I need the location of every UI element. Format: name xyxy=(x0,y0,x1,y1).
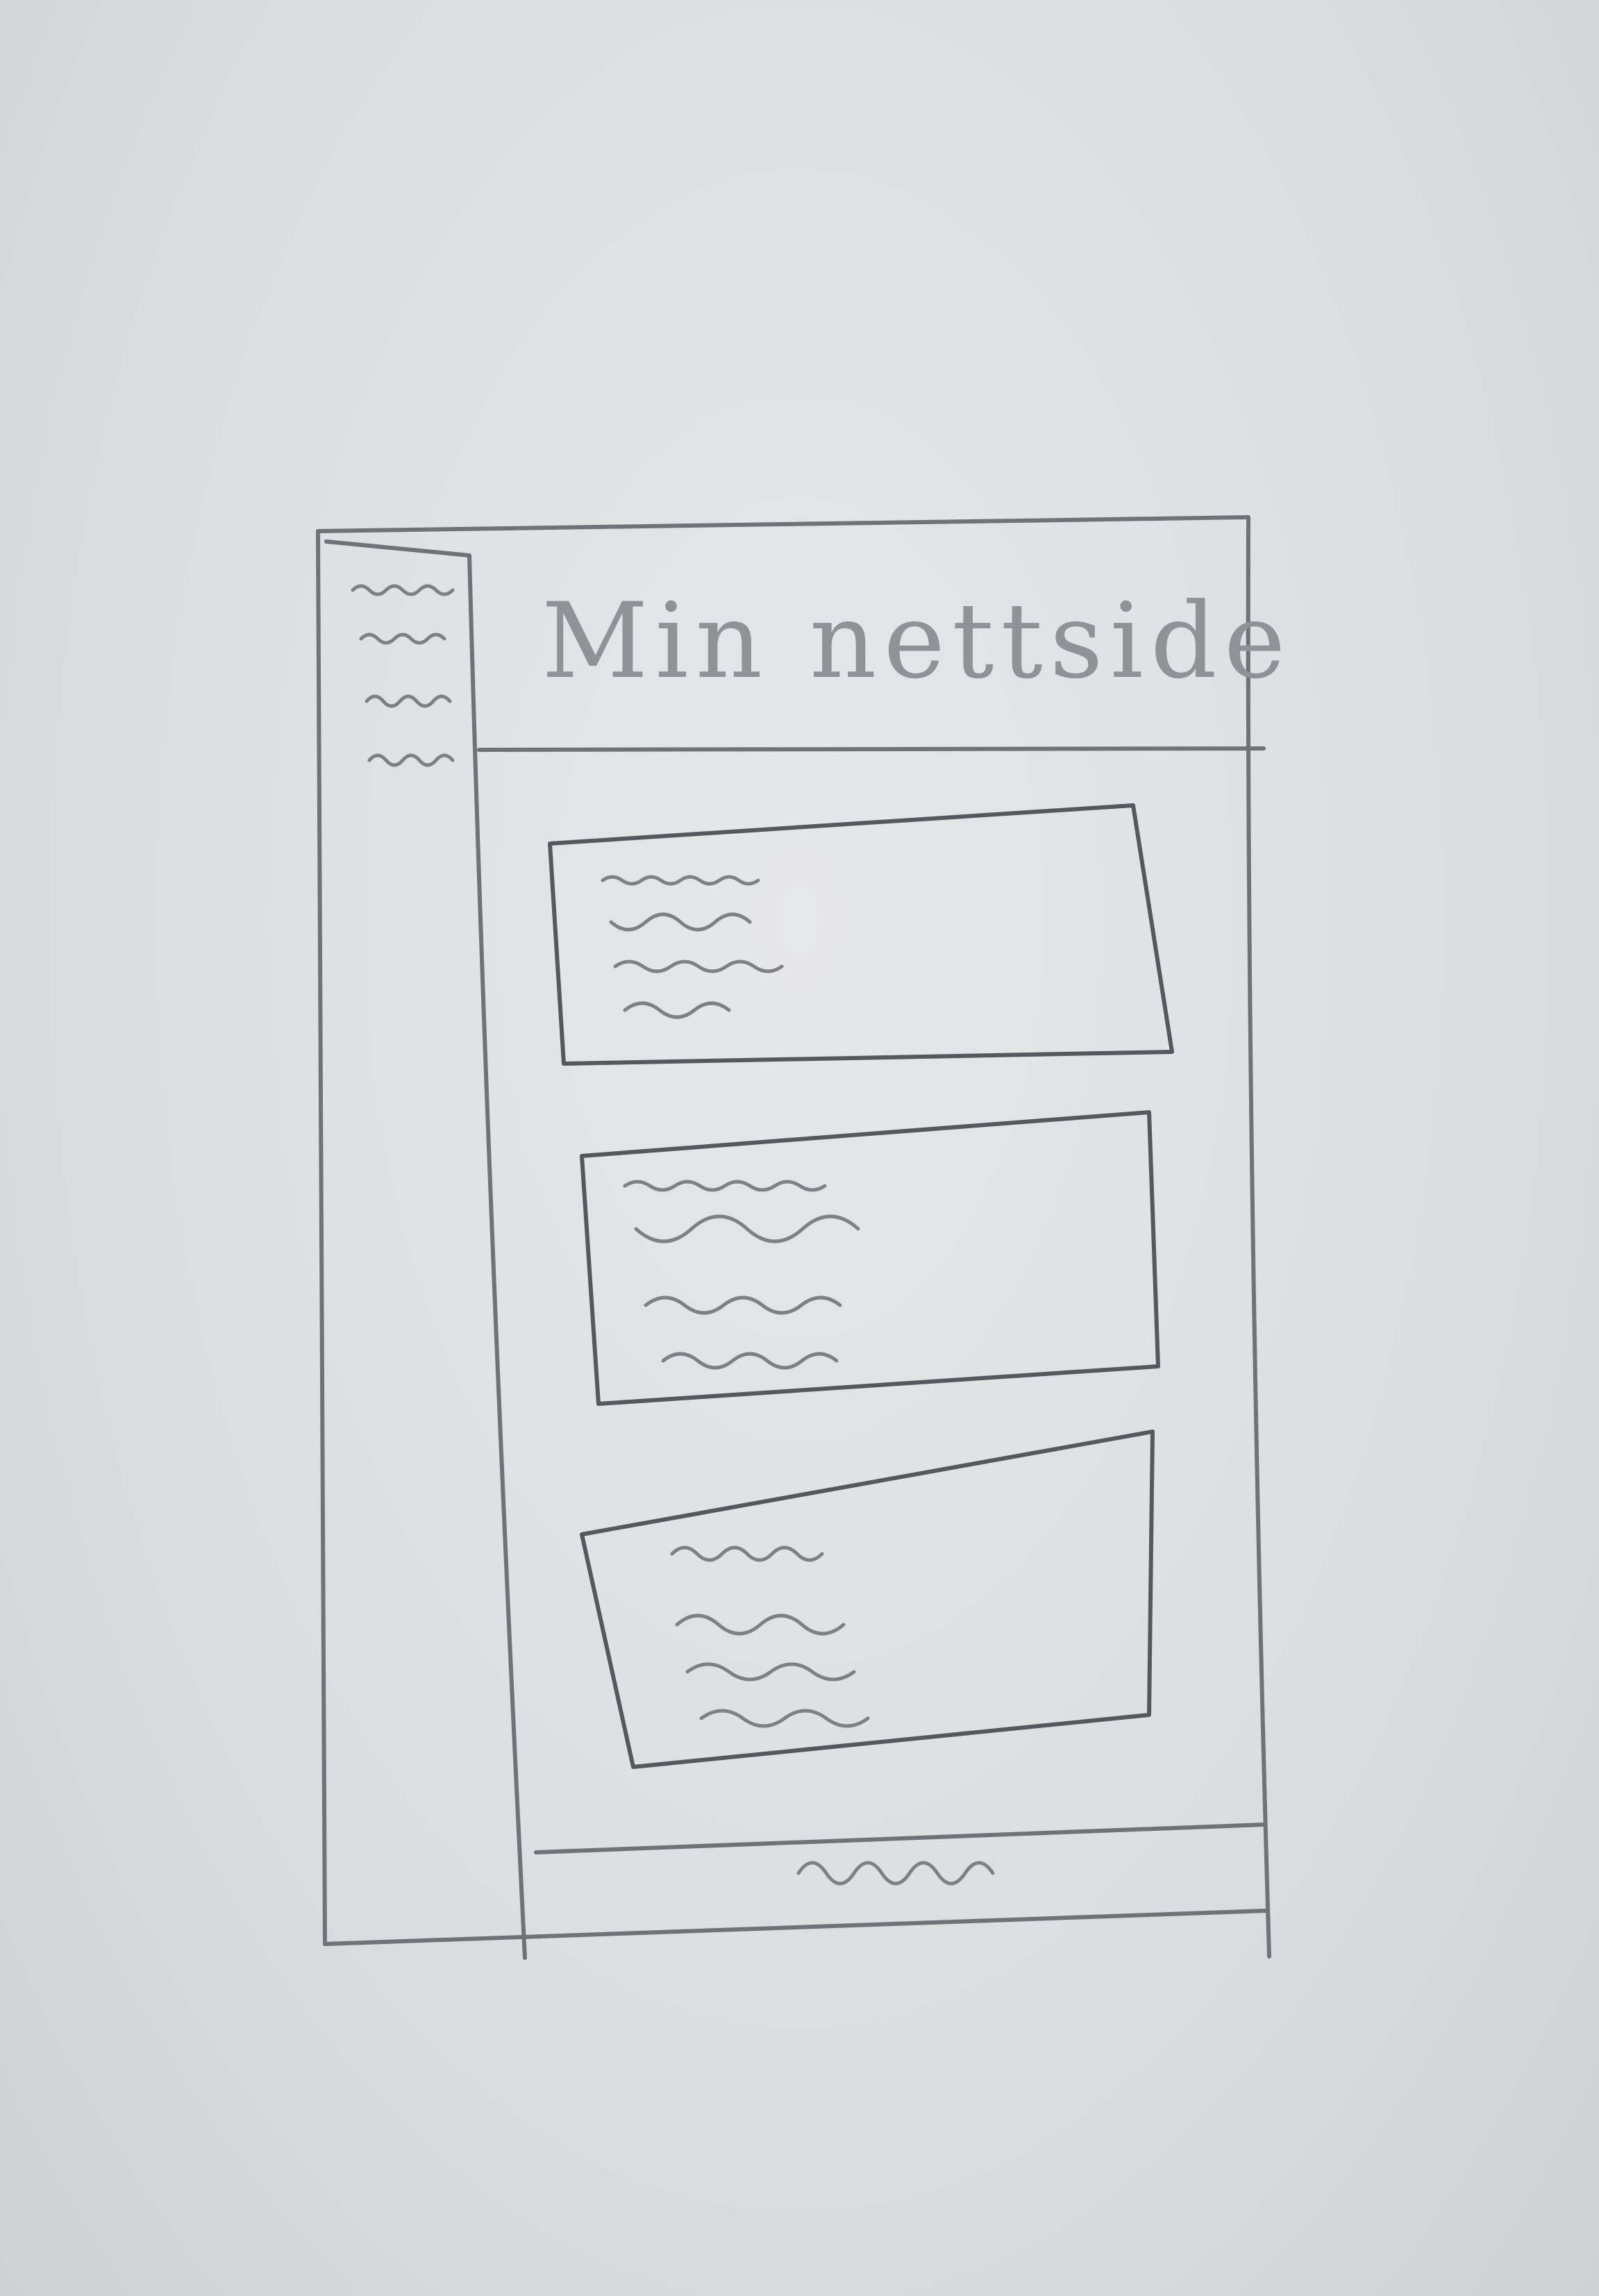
header: Min nettside xyxy=(477,581,1293,752)
sidebar-nav xyxy=(351,584,455,767)
content-card[interactable] xyxy=(580,1110,1160,1406)
sidebar-item-2[interactable] xyxy=(359,632,446,645)
page-title: Min nettside xyxy=(542,581,1293,702)
footer-text xyxy=(796,1861,995,1886)
content-card[interactable] xyxy=(580,1430,1155,1769)
footer xyxy=(534,1822,1266,1886)
wireframe-sketch: Min nettside xyxy=(316,515,1293,1960)
sidebar-item-1[interactable] xyxy=(351,584,455,596)
sidebar-item-4[interactable] xyxy=(367,753,455,767)
sidebar-item-3[interactable] xyxy=(365,694,452,708)
sidebar xyxy=(324,539,527,1960)
content-card[interactable] xyxy=(548,803,1174,1066)
